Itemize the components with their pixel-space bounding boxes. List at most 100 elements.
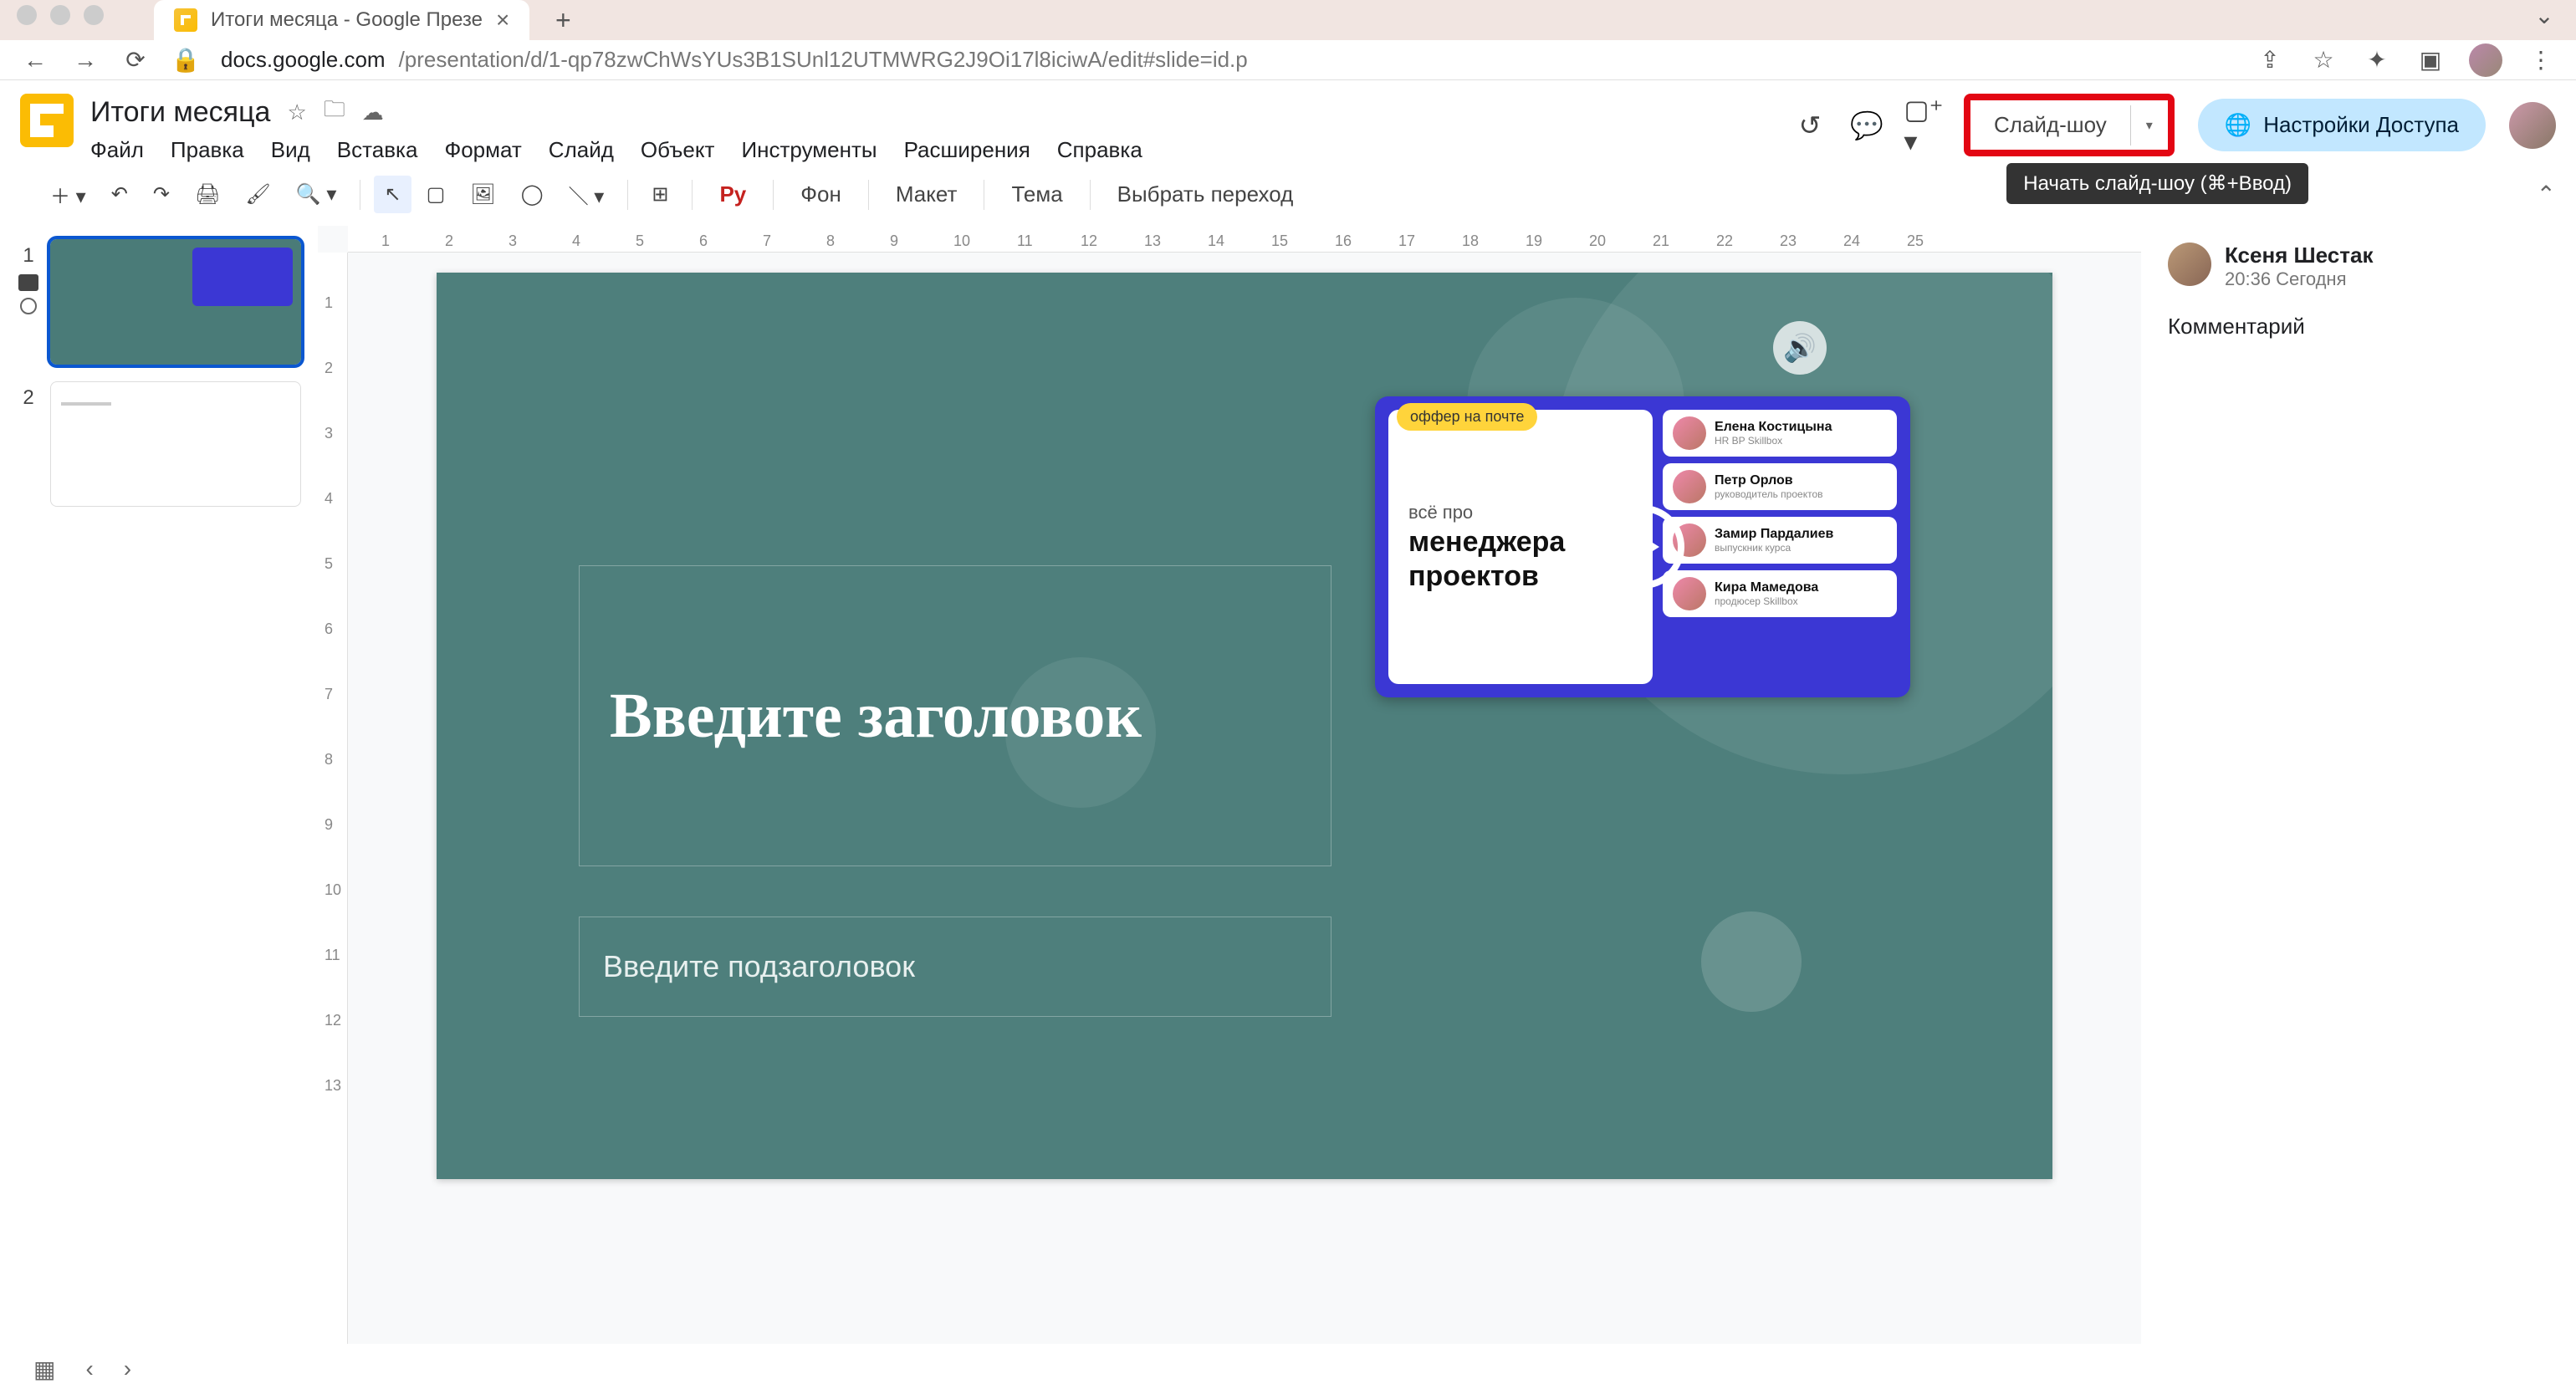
cloud-status-icon[interactable]: ☁ <box>362 100 384 125</box>
new-tab-button[interactable]: + <box>543 0 583 40</box>
grid-view-icon[interactable]: ▦ <box>33 1356 55 1383</box>
panel-icon[interactable]: ▣ <box>2415 45 2446 75</box>
zoom-button[interactable]: 🔍 ▾ <box>286 176 347 213</box>
ruler-tick: 3 <box>509 232 517 250</box>
slide-canvas[interactable]: 🔊 Введите заголовок Введите подзаголовок… <box>437 273 2052 1179</box>
ruler-tick: 20 <box>1589 232 1606 250</box>
menu-view[interactable]: Вид <box>271 137 310 163</box>
browser-profile-avatar[interactable] <box>2469 43 2502 77</box>
separator <box>627 180 628 210</box>
menu-insert[interactable]: Вставка <box>337 137 418 163</box>
move-icon[interactable]: 🗀 <box>324 94 345 130</box>
undo-button[interactable]: ↶ <box>101 176 138 213</box>
ruler-vertical: 12345678910111213 <box>318 253 348 1344</box>
ruler-tick: 6 <box>699 232 708 250</box>
ruler-tick: 23 <box>1780 232 1797 250</box>
play-icon[interactable] <box>1601 505 1684 589</box>
person-name: Кира Мамедова <box>1715 580 1818 595</box>
commenter-avatar <box>2168 243 2211 286</box>
background-button[interactable]: Фон <box>787 175 855 214</box>
line-tool[interactable]: ＼ ▾ <box>559 173 615 216</box>
account-avatar[interactable] <box>2509 102 2556 149</box>
menu-tools[interactable]: Инструменты <box>741 137 877 163</box>
titlebar: Итоги месяца ☆ 🗀 ☁ Файл Правка Вид Встав… <box>0 80 2576 163</box>
redo-button[interactable]: ↷ <box>143 176 180 213</box>
share-icon[interactable]: ⇪ <box>2255 45 2285 75</box>
share-label: Настройки Доступа <box>2263 112 2459 138</box>
traffic-close-icon[interactable] <box>17 5 37 25</box>
menu-slide[interactable]: Слайд <box>549 137 614 163</box>
audio-icon[interactable]: 🔊 <box>1773 321 1827 375</box>
menu-format[interactable]: Формат <box>444 137 521 163</box>
subtitle-placeholder[interactable]: Введите подзаголовок <box>579 917 1331 1017</box>
slideshow-label: Слайд-шоу <box>1994 112 2107 138</box>
ruler-tick: 15 <box>1271 232 1288 250</box>
new-slide-button[interactable]: ＋ ▾ <box>40 173 96 216</box>
menu-icon[interactable]: ⋮ <box>2526 45 2556 75</box>
ruler-tick: 5 <box>325 555 333 573</box>
video-embed[interactable]: оффер на почте всё про менеджера проекто… <box>1375 396 1910 697</box>
ruler-tick: 19 <box>1526 232 1542 250</box>
slideshow-dropdown[interactable]: ▾ <box>2130 105 2168 146</box>
document-title[interactable]: Итоги месяца <box>90 96 270 129</box>
globe-icon: 🌐 <box>2225 112 2251 138</box>
browser-tab[interactable]: Итоги месяца - Google Презе × <box>154 0 529 40</box>
slideshow-button[interactable]: Слайд-шоу ▾ <box>1964 94 2175 156</box>
history-icon[interactable]: ↺ <box>1793 109 1827 142</box>
traffic-max-icon[interactable] <box>84 5 104 25</box>
video-subtitle: всё про <box>1408 502 1633 523</box>
layout-button[interactable]: Макет <box>882 175 971 214</box>
theme-button[interactable]: Тема <box>998 175 1076 214</box>
menu-edit[interactable]: Правка <box>171 137 244 163</box>
toolbar: ＋ ▾ ↶ ↷ 🖨 🖌 🔍 ▾ ↖ ▢ 🖼 ◯ ＼ ▾ ⊞ Рy Фон Мак… <box>0 163 2576 226</box>
close-tab-icon[interactable]: × <box>496 7 509 33</box>
comment-badge-icon <box>18 274 38 291</box>
bookmark-icon[interactable]: ☆ <box>2308 45 2338 75</box>
image-tool[interactable]: 🖼 <box>460 176 505 213</box>
ruler-tick: 11 <box>1017 232 1033 250</box>
menu-object[interactable]: Объект <box>641 137 715 163</box>
star-icon[interactable]: ☆ <box>287 100 306 125</box>
traffic-min-icon[interactable] <box>50 5 70 25</box>
reload-button[interactable]: ⟳ <box>120 45 151 75</box>
ruler-tick: 13 <box>325 1077 341 1095</box>
ruler-tick: 7 <box>763 232 771 250</box>
menu-help[interactable]: Справка <box>1057 137 1142 163</box>
url-host: docs.google.com <box>221 47 386 73</box>
title-placeholder[interactable]: Введите заголовок <box>579 565 1331 866</box>
ruler-tick: 18 <box>1462 232 1479 250</box>
separator <box>692 180 693 210</box>
prev-slide-button[interactable]: ‹ <box>85 1356 93 1382</box>
textbox-tool[interactable]: ▢ <box>417 176 456 213</box>
menu-file[interactable]: Файл <box>90 137 144 163</box>
stage[interactable]: 🔊 Введите заголовок Введите подзаголовок… <box>348 253 2141 1344</box>
comment-item[interactable]: Ксеня Шестак 20:36 Сегодня <box>2168 243 2549 290</box>
next-slide-button[interactable]: › <box>124 1356 131 1382</box>
font-indicator[interactable]: Рy <box>706 175 759 214</box>
chevron-down-icon[interactable]: ⌄ <box>2529 0 2559 30</box>
comments-icon[interactable]: 💬 <box>1850 109 1883 142</box>
slide-thumbnail-1[interactable] <box>50 239 301 365</box>
forward-button[interactable]: → <box>70 45 100 75</box>
ruler-tick: 4 <box>325 490 333 508</box>
collapse-toolbar-icon[interactable]: ⌃ <box>2537 181 2556 208</box>
back-button[interactable]: ← <box>20 45 50 75</box>
menu-extensions[interactable]: Расширения <box>904 137 1030 163</box>
ruler-tick: 1 <box>381 232 390 250</box>
address-bar: ← → ⟳ 🔒 docs.google.com/presentation/d/1… <box>0 40 2576 80</box>
shape-tool[interactable]: ◯ <box>511 176 554 213</box>
video-title-line2: проектов <box>1408 561 1633 592</box>
url-field[interactable]: docs.google.com/presentation/d/1-qp78zwC… <box>221 47 2235 73</box>
print-button[interactable]: 🖨 <box>185 176 230 213</box>
slides-logo-icon[interactable] <box>20 94 74 147</box>
ruler-tick: 8 <box>826 232 835 250</box>
paint-format-button[interactable]: 🖌 <box>235 176 280 213</box>
extensions-icon[interactable]: ✦ <box>2362 45 2392 75</box>
separator <box>868 180 869 210</box>
slide-thumbnail-2[interactable] <box>50 381 301 507</box>
select-tool[interactable]: ↖ <box>374 176 411 213</box>
comment-tool[interactable]: ⊞ <box>641 176 678 213</box>
share-button[interactable]: 🌐 Настройки Доступа <box>2198 99 2486 151</box>
transition-button[interactable]: Выбрать переход <box>1104 175 1307 214</box>
meet-icon[interactable]: ▢⁺ ▾ <box>1907 109 1940 142</box>
